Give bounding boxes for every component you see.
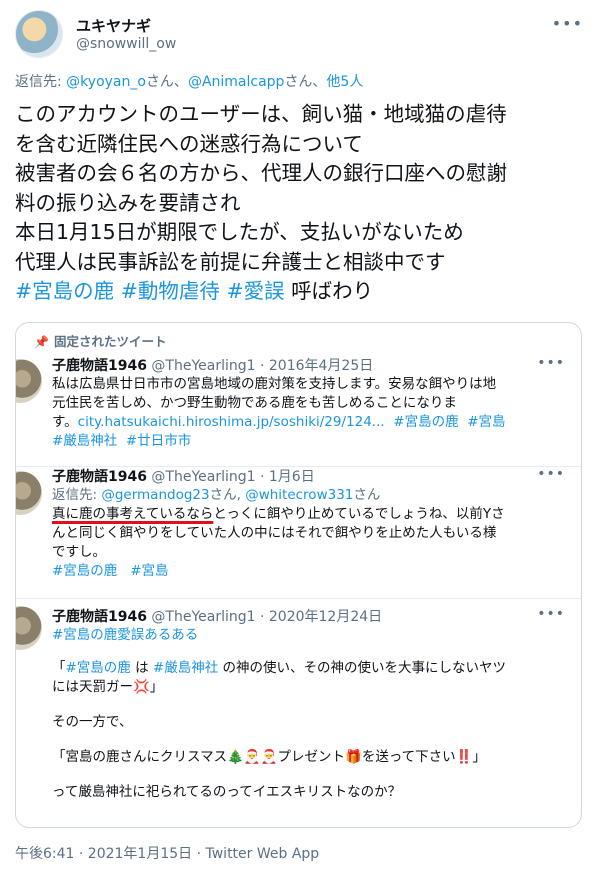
text-fragment: 「 <box>52 660 66 676</box>
embedded-thread[interactable]: 📌 固定されたツイート 子鹿物語1946 @TheYearling1 · 2016… <box>15 322 582 828</box>
hashtag-link[interactable]: #廿日市市 <box>126 433 191 449</box>
embedded-author-name[interactable]: 子鹿物語1946 <box>52 609 147 625</box>
text-line: って厳島神社に祀られてるのってイエスキリストなのか？ <box>52 784 402 800</box>
text-line: #宮島の鹿 #宮島 <box>52 562 572 581</box>
pinned-text: 固定されたツイート <box>54 334 167 349</box>
hashtag-link[interactable]: #宮島の鹿 <box>15 279 114 303</box>
tweet-header: ユキヤナギ @snowwill_ow ••• <box>15 10 583 60</box>
tweet-timestamp[interactable]: 午後6:41 · 2021年1月15日 · Twitter Web App <box>15 843 319 863</box>
tweet-text-line: 被害者の会６名の方から、代理人の銀行口座への慰謝 <box>15 161 507 185</box>
reply-to-line: 返信先: @kyoyan_oさん、@Animalcappさん、他5人 <box>15 71 363 91</box>
embedded-date[interactable]: · 1月6日 <box>260 469 315 485</box>
text-line: んと同じく餌やりをしていた人の中にはそれで餌やりを止めた人もいる様 <box>52 525 497 541</box>
hashtag-link[interactable]: #宮島 <box>467 414 505 430</box>
embedded-tweet-header: 子鹿物語1946 @TheYearling1 · 1月6日 <box>52 466 315 486</box>
author-handle[interactable]: @snowwill_ow <box>76 36 176 52</box>
text-line: 真に鹿の事考えているならとっくに餌やり止めているでしょうね、以前Yさ <box>52 505 572 524</box>
embedded-author-handle[interactable]: @TheYearling1 <box>151 358 255 374</box>
divider <box>16 598 581 599</box>
hashtag-link[interactable]: #宮島の鹿 <box>393 414 458 430</box>
url-link[interactable]: city.hatsukaichi.hiroshima.jp/soshiki/29… <box>78 414 385 430</box>
reply-others-link[interactable]: 他5人 <box>326 74 363 90</box>
embedded-tweet-text: #宮島の鹿愛誤あるある 「#宮島の鹿 は #厳島神社 の神の使い、その神の使いを… <box>52 626 572 802</box>
author-name[interactable]: ユキヤナギ <box>76 15 151 36</box>
reply-user-animalcapp[interactable]: @Animalcapp <box>188 74 285 90</box>
embedded-avatar[interactable] <box>16 606 42 650</box>
reply-suffix: さん <box>353 487 381 503</box>
embedded-avatar[interactable] <box>16 359 42 403</box>
author-avatar[interactable] <box>15 10 63 58</box>
text-fragment: の神の使い、その神の使いを大事にしないヤツ <box>218 660 507 676</box>
tweet-hashtag-line: #宮島の鹿 #動物虐待 #愛誤 呼ばわり <box>15 277 585 307</box>
reply-user-kyoyan[interactable]: @kyoyan_o <box>66 74 146 90</box>
hashtag-link[interactable]: #宮島の鹿愛誤あるある <box>52 626 572 645</box>
reply-user-link[interactable]: @whitecrow331 <box>245 487 353 503</box>
embedded-tweet-text: 返信先: @germandog23さん, @whitecrow331さん 真に鹿… <box>52 486 572 581</box>
embedded-tweet-header: 子鹿物語1946 @TheYearling1 · 2016年4月25日 <box>52 355 373 375</box>
underlined-phrase: 真に鹿の事考えているなら <box>52 506 214 522</box>
pinned-label: 📌 固定されたツイート <box>34 331 167 350</box>
text-line: には天罰ガー💢」 <box>52 679 164 695</box>
text-line: 「#宮島の鹿 は #厳島神社 の神の使い、その神の使いを大事にしないヤツ <box>52 659 572 678</box>
reply-user-link[interactable]: @germandog23 <box>101 487 209 503</box>
tweet-text-line: 本日1月15日が期限でしたが、支払いがないため <box>15 220 464 244</box>
pin-icon: 📌 <box>34 335 49 349</box>
text-line: その一方で、 <box>52 714 133 730</box>
reply-to-line: 返信先: @germandog23さん, @whitecrow331さん <box>52 486 572 505</box>
embedded-tweet-header: 子鹿物語1946 @TheYearling1 · 2020年12月24日 <box>52 606 382 626</box>
text-fragment: す。 <box>52 414 78 430</box>
embedded-tweet[interactable]: 子鹿物語1946 @TheYearling1 · 1月6日 ••• 返信先: @… <box>16 466 581 592</box>
reply-sep: さん、 <box>145 74 188 90</box>
text-line: 私は広島県廿日市市の宮島地域の鹿対策を支持します。安易な餌やりは地 <box>52 376 497 392</box>
embedded-author-handle[interactable]: @TheYearling1 <box>151 609 255 625</box>
reply-sep: さん、 <box>284 74 327 90</box>
embedded-author-name[interactable]: 子鹿物語1946 <box>52 469 147 485</box>
hashtag-link[interactable]: #宮島の鹿 <box>52 563 117 579</box>
embedded-avatar[interactable] <box>16 471 42 515</box>
tweet-text: このアカウントのユーザーは、飼い猫・地域猫の虐待 を含む近隣住民への迷惑行為につ… <box>15 100 585 307</box>
embedded-tweet[interactable]: 子鹿物語1946 @TheYearling1 · 2020年12月24日 •••… <box>16 606 581 827</box>
hashtag-link[interactable]: #宮島 <box>130 563 168 579</box>
text-line: 元住民を苦しめ、かつ野生動物である鹿をも苦しめることになりま <box>52 395 457 411</box>
text-line: 「宮島の鹿さんにクリスマス🎄🎅🎅プレゼント🎁を送って下さい‼️」 <box>52 749 486 765</box>
tweet-text-line: を含む近隣住民への迷惑行為について <box>15 131 363 156</box>
hashtag-link[interactable]: #動物虐待 <box>121 279 220 303</box>
more-options-icon[interactable]: ••• <box>552 14 583 33</box>
hashtag-link[interactable]: #厳島神社 <box>52 433 117 449</box>
embedded-date[interactable]: · 2016年4月25日 <box>260 358 373 374</box>
embedded-tweet[interactable]: 子鹿物語1946 @TheYearling1 · 2016年4月25日 ••• … <box>16 355 581 465</box>
text-line: #厳島神社 #廿日市市 <box>52 432 572 451</box>
more-options-icon[interactable]: ••• <box>537 355 565 371</box>
more-options-icon[interactable]: ••• <box>537 606 565 622</box>
reply-sep: さん, <box>209 487 246 503</box>
tweet-text-line: このアカウントのユーザーは、飼い猫・地域猫の虐待 <box>15 102 507 126</box>
reply-prefix: 返信先: <box>52 487 102 503</box>
hashtag-link[interactable]: #愛誤 <box>226 279 284 303</box>
hashtag-link[interactable]: #宮島の鹿 <box>66 660 131 676</box>
embedded-tweet-text: 私は広島県廿日市市の宮島地域の鹿対策を支持します。安易な餌やりは地 元住民を苦し… <box>52 375 572 451</box>
tweet-text-line: 料の振り込みを要請され <box>15 190 241 215</box>
embedded-author-handle[interactable]: @TheYearling1 <box>151 469 255 485</box>
hashtag-link[interactable]: #厳島神社 <box>153 660 218 676</box>
text-fragment: とっくに餌やり止めているでしょうね、以前Yさ <box>213 506 505 522</box>
embedded-date[interactable]: · 2020年12月24日 <box>260 609 382 625</box>
text-line: す。city.hatsukaichi.hiroshima.jp/soshiki/… <box>52 413 572 432</box>
text-line: ですし。 <box>52 544 106 560</box>
reply-prefix: 返信先: <box>15 74 67 90</box>
text-fragment: は <box>130 660 153 676</box>
embedded-author-name[interactable]: 子鹿物語1946 <box>52 358 147 374</box>
tweet-text-line: 代理人は民事訴訟を前提に弁護士と相談中です <box>15 249 446 274</box>
more-options-icon[interactable]: ••• <box>537 466 565 482</box>
tweet-text-tail: 呼ばわり <box>291 279 374 303</box>
